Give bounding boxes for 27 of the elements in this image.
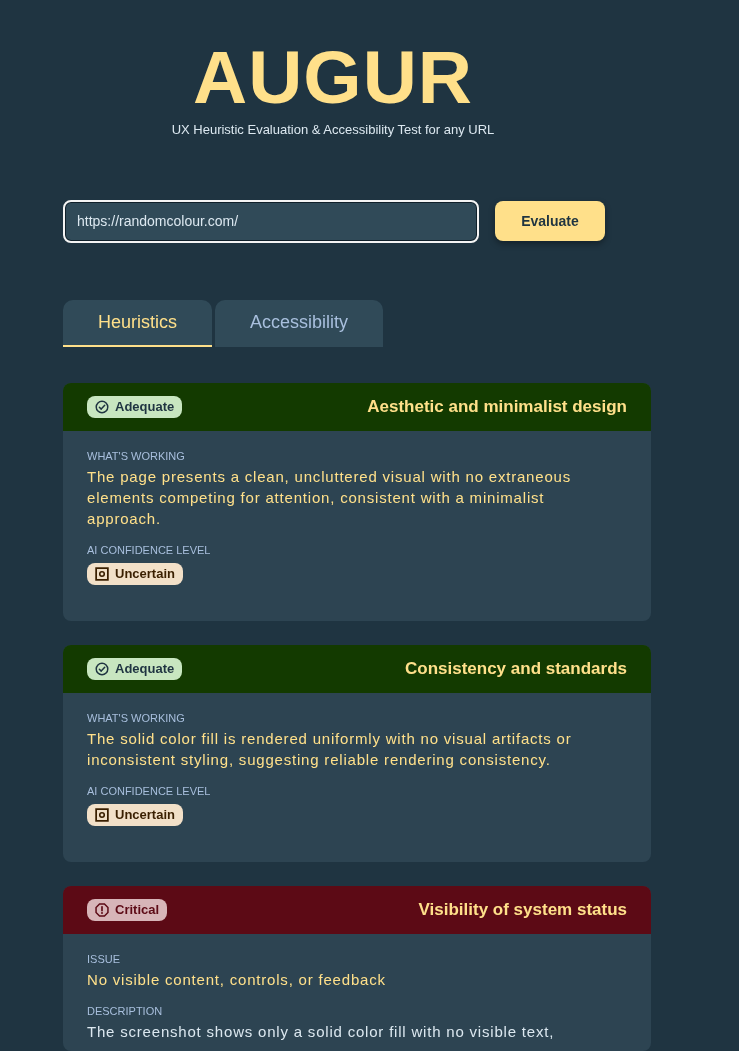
section-text: The screenshot shows only a solid color fill with no visible text, xyxy=(87,1021,556,1042)
section-label: ISSUE xyxy=(87,951,121,966)
app-title: AUGUR xyxy=(192,40,474,115)
exclamation-octagon-icon xyxy=(95,902,109,917)
section-label: WHAT'S WORKING xyxy=(87,448,186,463)
confidence-badge: Uncertain xyxy=(87,562,183,585)
section-label: AI CONFIDENCE LEVEL xyxy=(87,783,212,798)
section-label: DESCRIPTION xyxy=(87,1003,164,1018)
heuristic-title: Aesthetic and minimalist design xyxy=(367,395,627,418)
section-label: AI CONFIDENCE LEVEL xyxy=(87,542,212,557)
status-badge: Critical xyxy=(87,898,168,921)
section-label: WHAT'S WORKING xyxy=(87,710,186,725)
tab[interactable]: Accessibility xyxy=(215,299,383,347)
heuristic-title: Visibility of system status xyxy=(418,898,627,921)
status-badge: Adequate xyxy=(87,395,183,418)
app-subtitle: UX Heuristic Evaluation & Accessibility Test for any URL xyxy=(170,121,496,139)
evaluate-button[interactable]: Evaluate xyxy=(495,201,605,241)
heuristic-title: Consistency and standards xyxy=(405,657,627,680)
status-badge: Adequate xyxy=(87,657,183,680)
confidence-badge: Uncertain xyxy=(87,803,183,826)
section-text: The solid color fill is rendered uniformly with no visual artifacts or inconsistent styling, suggesting reliable rendering consistency. xyxy=(87,728,573,770)
tab[interactable]: Heuristics xyxy=(63,299,212,347)
section-text: No visible content, controls, or feedback xyxy=(87,969,387,990)
section-text: The page presents a clean, uncluttered visual with no extraneous elements competing for attention, consistent with a minimalist approach. xyxy=(87,466,572,529)
url-input[interactable]: https://randomcolour.com/ xyxy=(63,199,479,243)
check-circle-icon xyxy=(95,399,109,414)
check-circle-icon xyxy=(95,661,109,676)
